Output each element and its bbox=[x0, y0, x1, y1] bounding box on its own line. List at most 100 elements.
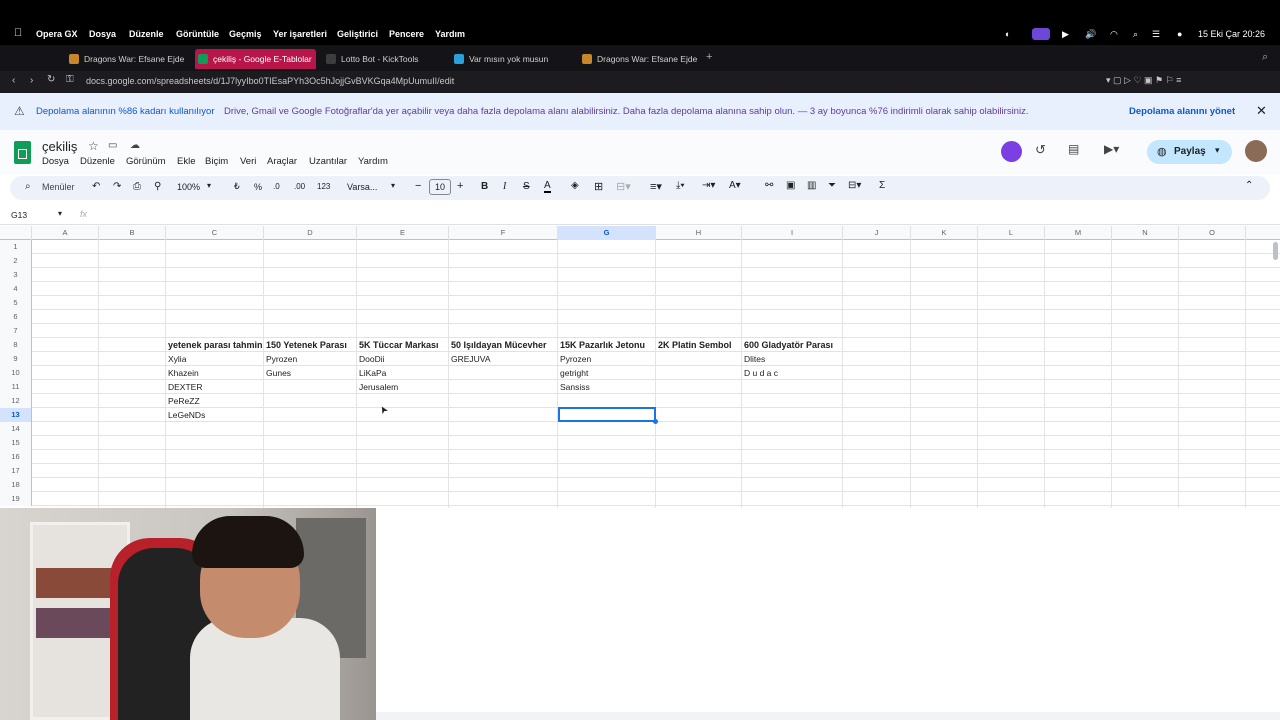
row-header-14[interactable]: 14 bbox=[0, 422, 32, 436]
column-header-h[interactable]: H bbox=[656, 226, 742, 240]
italic-icon[interactable]: I bbox=[503, 181, 506, 192]
volume-icon[interactable]: 🔊 bbox=[1085, 29, 1096, 40]
play-icon[interactable]: ▶ bbox=[1062, 29, 1069, 40]
column-header-k[interactable]: K bbox=[911, 226, 978, 240]
row-header-6[interactable]: 6 bbox=[0, 310, 32, 324]
font-select[interactable]: Varsa... bbox=[347, 182, 377, 192]
column-header-l[interactable]: L bbox=[978, 226, 1045, 240]
menu-search-input[interactable]: Menüler bbox=[42, 182, 75, 192]
column-header-b[interactable]: B bbox=[99, 226, 166, 240]
font-size-increase-icon[interactable]: + bbox=[457, 180, 463, 192]
tab-lotto-bot[interactable]: Lotto Bot - KickTools bbox=[323, 49, 443, 69]
merge-cells-icon[interactable]: ⊟▾ bbox=[616, 180, 631, 193]
share-button[interactable]: ◍ Paylaş ▾ bbox=[1147, 140, 1232, 164]
row-header-5[interactable]: 5 bbox=[0, 296, 32, 310]
cell-e-9[interactable]: DooDii bbox=[357, 352, 449, 366]
menu-yer-isaretleri[interactable]: Yer işaretleri bbox=[273, 29, 327, 39]
history-icon[interactable]: ↺ bbox=[1035, 142, 1046, 158]
text-color-icon[interactable]: A bbox=[544, 180, 551, 193]
selected-cell[interactable] bbox=[558, 407, 656, 422]
strikethrough-icon[interactable]: S bbox=[523, 181, 530, 192]
sheets-logo-icon[interactable] bbox=[14, 141, 31, 164]
row-header-10[interactable]: 10 bbox=[0, 366, 32, 380]
column-header-g[interactable]: G bbox=[558, 226, 656, 240]
zoom-select[interactable]: 100% bbox=[177, 182, 200, 192]
reload-icon[interactable]: ↻ bbox=[47, 74, 55, 85]
menu-yardim[interactable]: Yardım bbox=[435, 29, 465, 39]
menu-veri[interactable]: Veri bbox=[240, 156, 256, 167]
cell-d-10[interactable]: Gunes bbox=[264, 366, 357, 380]
tab-cekilis[interactable]: çekiliş - Google E-Tablolar bbox=[195, 49, 316, 69]
spotlight-icon[interactable]: ⌕ bbox=[1133, 29, 1138, 40]
row-header-17[interactable]: 17 bbox=[0, 464, 32, 478]
move-folder-icon[interactable]: ▭ bbox=[108, 140, 117, 151]
menu-gorunum[interactable]: Görünüm bbox=[126, 156, 166, 167]
menu-bicim[interactable]: Biçim bbox=[205, 156, 228, 167]
cell-c-13[interactable]: LeGeNDs bbox=[166, 408, 264, 422]
clock[interactable]: 15 Eki Çar 20:26 bbox=[1198, 29, 1265, 39]
menu-goruntule[interactable]: Görüntüle bbox=[176, 29, 219, 39]
row-header-16[interactable]: 16 bbox=[0, 450, 32, 464]
cell-header-i[interactable]: 600 Gladyatör Parası bbox=[742, 338, 843, 352]
link-icon[interactable]: ⚯ bbox=[765, 180, 773, 191]
menu-duzenle[interactable]: Düzenle bbox=[129, 29, 164, 39]
tab-dragons-war-2[interactable]: Dragons War: Efsane Ejde bbox=[579, 49, 699, 69]
text-rotation-icon[interactable]: A▾ bbox=[729, 180, 741, 191]
cell-f-9[interactable]: GREJUVA bbox=[449, 352, 558, 366]
row-header-4[interactable]: 4 bbox=[0, 282, 32, 296]
cell-i-9[interactable]: Dlites bbox=[742, 352, 843, 366]
column-header-j[interactable]: J bbox=[843, 226, 911, 240]
column-header-a[interactable]: A bbox=[32, 226, 99, 240]
vertical-align-icon[interactable]: ⤓▾ bbox=[676, 180, 685, 191]
functions-icon[interactable]: Σ bbox=[879, 180, 885, 191]
row-header-15[interactable]: 15 bbox=[0, 436, 32, 450]
chart-icon[interactable]: ▥ bbox=[807, 180, 816, 191]
cell-header-g[interactable]: 15K Pazarlık Jetonu bbox=[558, 338, 656, 352]
row-header-7[interactable]: 7 bbox=[0, 324, 32, 338]
bold-icon[interactable]: B bbox=[481, 181, 488, 192]
menu-ekle[interactable]: Ekle bbox=[177, 156, 195, 167]
column-header-e[interactable]: E bbox=[357, 226, 449, 240]
cell-header-e[interactable]: 5K Tüccar Markası bbox=[357, 338, 449, 352]
app-name[interactable]: Opera GX bbox=[36, 29, 78, 39]
comments-icon[interactable]: ▤ bbox=[1068, 142, 1079, 156]
decrease-decimal-button[interactable]: .0 bbox=[273, 182, 280, 191]
menu-dosya[interactable]: Dosya bbox=[42, 156, 69, 167]
search-icon[interactable]: ⌕ bbox=[25, 181, 31, 192]
manage-storage-link[interactable]: Depolama alanını yönet bbox=[1129, 106, 1235, 117]
avatar[interactable] bbox=[1245, 140, 1267, 162]
vertical-scrollbar[interactable] bbox=[1273, 242, 1278, 260]
close-icon[interactable]: ✕ bbox=[1256, 103, 1267, 119]
chevron-down-icon[interactable]: ▾ bbox=[207, 181, 211, 190]
horizontal-scrollbar[interactable] bbox=[376, 712, 1280, 720]
cell-g-10[interactable]: getright bbox=[558, 366, 656, 380]
vpn-icon[interactable]: ◐ bbox=[1005, 29, 1010, 39]
menu-yardim[interactable]: Yardım bbox=[358, 156, 388, 167]
siri-icon[interactable]: ● bbox=[1177, 29, 1182, 39]
column-header-d[interactable]: D bbox=[264, 226, 357, 240]
control-center-icon[interactable]: ☰ bbox=[1152, 29, 1160, 40]
fill-handle[interactable] bbox=[653, 419, 658, 424]
url-text[interactable]: docs.google.com/spreadsheets/d/1J7lyyIbo… bbox=[86, 76, 454, 86]
row-header-9[interactable]: 9 bbox=[0, 352, 32, 366]
undo-icon[interactable]: ↶ bbox=[92, 181, 100, 192]
star-icon[interactable]: ☆ bbox=[88, 139, 99, 153]
menu-araclar[interactable]: Araçlar bbox=[267, 156, 297, 167]
menu-uzantilar[interactable]: Uzantılar bbox=[309, 156, 347, 167]
cell-c-10[interactable]: Khazein bbox=[166, 366, 264, 380]
number-format-button[interactable]: 123 bbox=[317, 182, 330, 191]
back-icon[interactable]: ‹ bbox=[12, 75, 15, 86]
name-box[interactable]: G13 bbox=[11, 210, 27, 220]
print-icon[interactable]: ⎙ bbox=[133, 181, 141, 192]
menu-dosya[interactable]: Dosya bbox=[89, 29, 116, 39]
percent-button[interactable]: % bbox=[254, 182, 262, 192]
cell-header-f[interactable]: 50 Işıldayan Mücevher bbox=[449, 338, 558, 352]
menu-gecmis[interactable]: Geçmiş bbox=[229, 29, 262, 39]
cell-e-11[interactable]: Jerusalem bbox=[357, 380, 449, 394]
cell-c-9[interactable]: Xylia bbox=[166, 352, 264, 366]
menu-gelistirici[interactable]: Geliştirici bbox=[337, 29, 378, 39]
font-size-decrease-icon[interactable]: − bbox=[415, 180, 421, 192]
cell-e-10[interactable]: LiKaPa bbox=[357, 366, 449, 380]
filter-icon[interactable]: ⏷ bbox=[828, 180, 836, 191]
row-header-2[interactable]: 2 bbox=[0, 254, 32, 268]
